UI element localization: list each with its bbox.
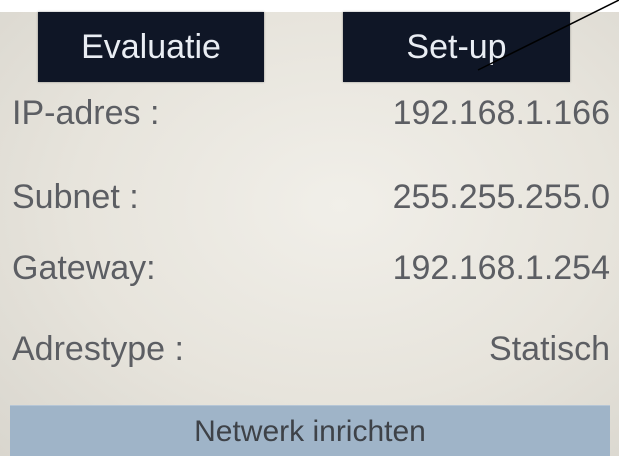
device-screen: Evaluatie Set-up IP-adres : 192.168.1.16…: [0, 0, 619, 456]
gateway-label: Gateway:: [12, 249, 156, 287]
tab-setup[interactable]: Set-up: [343, 12, 570, 82]
tab-evaluation[interactable]: Evaluatie: [38, 12, 264, 82]
subnet-label: Subnet :: [12, 178, 139, 216]
ip-address-label: IP-adres :: [12, 94, 160, 132]
subnet-value: 255.255.255.0: [392, 178, 610, 216]
top-border: [0, 0, 619, 12]
address-type-label: Adrestype :: [12, 330, 184, 368]
gateway-value: 192.168.1.254: [392, 249, 610, 287]
address-type-value: Statisch: [489, 330, 610, 368]
configure-network-button[interactable]: Netwerk inrichten: [10, 405, 610, 456]
ip-address-value: 192.168.1.166: [392, 94, 610, 132]
